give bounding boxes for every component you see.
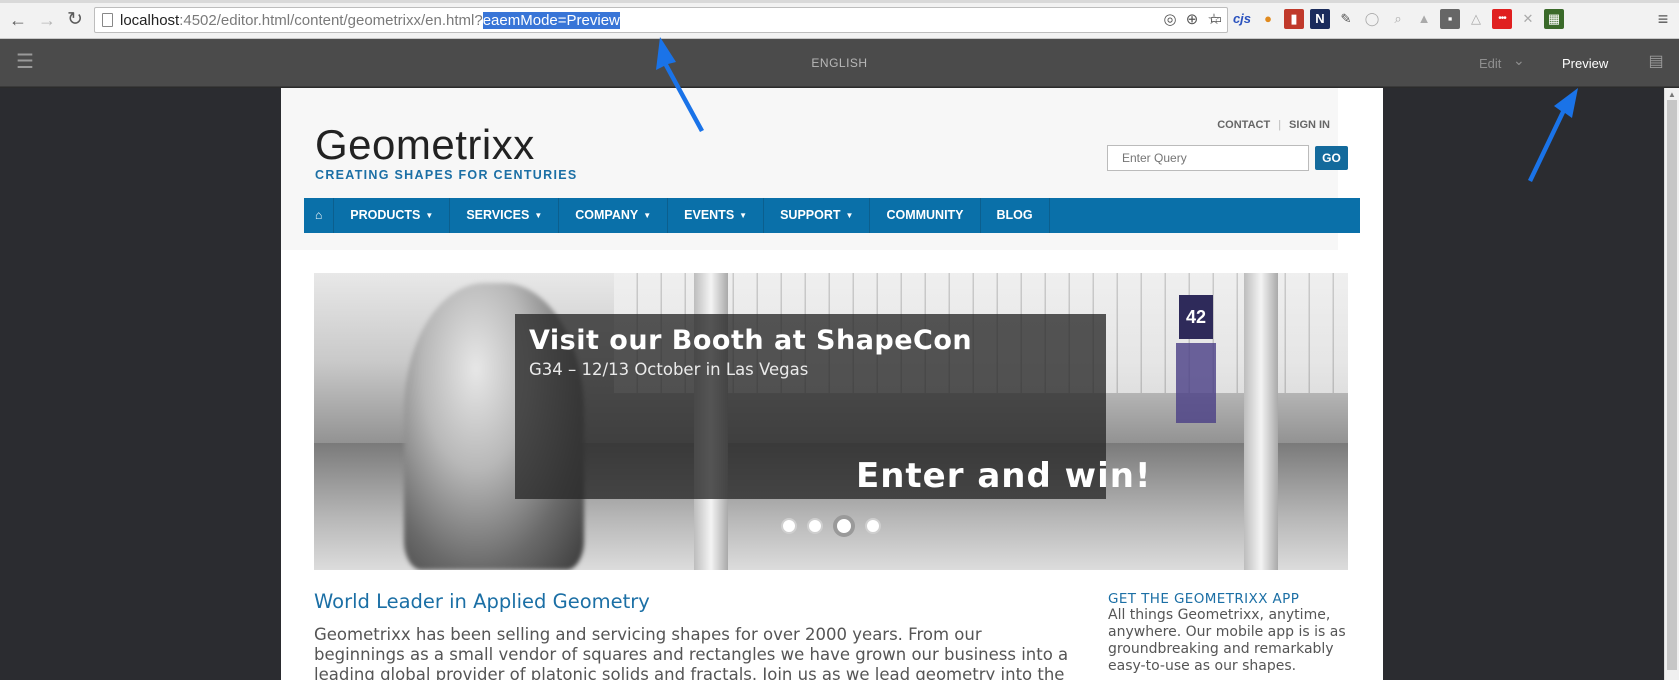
back-arrow-icon[interactable]: ← <box>8 10 28 30</box>
caret-down-icon: ▼ <box>534 211 543 220</box>
preview-mode-button[interactable]: Preview <box>1562 56 1608 71</box>
browser-menu-icon[interactable]: ≡ <box>1654 9 1672 29</box>
tool-icon[interactable]: ✕ <box>1518 9 1538 29</box>
chevron-down-icon[interactable]: ⌄ <box>1513 52 1525 69</box>
editor-canvas: Geometrixx CREATING SHAPES FOR CENTURIES… <box>0 88 1679 680</box>
page-language-label: ENGLISH <box>811 56 868 70</box>
nav-label: EVENTS <box>684 208 735 222</box>
site-search-input[interactable] <box>1108 146 1308 170</box>
nav-item-products[interactable]: PRODUCTS ▼ <box>334 198 451 233</box>
nav-item-community[interactable]: COMMUNITY <box>870 198 981 233</box>
zoom-icon[interactable]: ⊕ <box>1183 11 1201 29</box>
home-icon: ⌂ <box>315 208 323 222</box>
hero-carousel[interactable]: 42 Visit our Booth at ShapeCon G34 – 12/… <box>314 273 1348 570</box>
sign-in-link[interactable]: SIGN IN <box>1289 119 1330 131</box>
image-icon[interactable]: ▦ <box>1544 9 1564 29</box>
extensions-bar: ▭ cjs ● ▮ N ✎ ◯ ⌕ ▲ ▪ △ ••• ✕ ▦ <box>1206 9 1564 29</box>
caret-down-icon: ▼ <box>643 211 652 220</box>
nav-item-services[interactable]: SERVICES ▼ <box>450 198 560 233</box>
caret-down-icon: ▼ <box>425 211 434 220</box>
nav-label: COMMUNITY <box>886 208 964 222</box>
url-path: :4502/editor.html/content/geometrixx/en.… <box>179 12 483 29</box>
search-icon[interactable]: ⌕ <box>1388 9 1408 29</box>
nav-label: BLOG <box>996 208 1033 222</box>
nav-item-blog[interactable]: BLOG <box>981 198 1050 233</box>
cast-icon[interactable]: ▭ <box>1206 9 1226 29</box>
drive-icon[interactable]: △ <box>1466 9 1486 29</box>
nav-item-events[interactable]: EVENTS ▼ <box>668 198 765 233</box>
contact-link[interactable]: CONTACT <box>1217 119 1270 131</box>
hero-gate-sign: 42 <box>1179 295 1213 339</box>
feather-icon[interactable]: ✎ <box>1336 9 1356 29</box>
nav-label: PRODUCTS <box>350 208 421 222</box>
carousel-dots <box>781 515 881 537</box>
main-navigation: ⌂ PRODUCTS ▼ SERVICES ▼ COMPANY ▼ EVENTS ▼ S… <box>304 198 1360 233</box>
section-body: Geometrixx has been selling and servicin… <box>314 625 1069 680</box>
carousel-dot[interactable] <box>865 518 881 534</box>
url-selected-query: eaemMode=Preview <box>482 12 620 29</box>
section-title: World Leader in Applied Geometry <box>314 590 650 613</box>
nav-item-support[interactable]: SUPPORT ▼ <box>764 198 871 233</box>
aem-editor-toolbar: ☰ ENGLISH Edit ⌄ Preview ▤ <box>0 39 1679 87</box>
angular-icon[interactable]: ▲ <box>1414 9 1434 29</box>
logo-wordmark: Geometrixx <box>315 121 535 168</box>
carousel-dot[interactable] <box>833 515 855 537</box>
edit-mode-button[interactable]: Edit <box>1479 56 1501 71</box>
url-host: localhost <box>120 12 180 29</box>
utility-links: CONTACT | SIGN IN <box>1038 119 1338 131</box>
hero-pillar <box>1244 273 1278 570</box>
utility-separator: | <box>1278 119 1282 131</box>
carousel-dot[interactable] <box>781 518 797 534</box>
location-icon[interactable]: ◎ <box>1161 11 1179 29</box>
browser-chrome: ← → ↻ localhost:4502/editor.html/content… <box>0 0 1679 39</box>
page-scrollbar[interactable]: ▲ <box>1664 88 1679 680</box>
hero-headline: Visit our Booth at ShapeCon <box>529 325 973 356</box>
onenote-extension-icon[interactable]: N <box>1310 9 1330 29</box>
hero-cta[interactable]: Enter and win! <box>856 456 1151 496</box>
scrollbar-thumb[interactable] <box>1667 100 1677 670</box>
annotations-icon[interactable]: ▤ <box>1645 52 1667 72</box>
search-go-button[interactable]: GO <box>1315 146 1348 170</box>
nav-home[interactable]: ⌂ <box>304 198 335 233</box>
book-icon[interactable]: ▮ <box>1284 9 1304 29</box>
reload-icon[interactable]: ↻ <box>65 10 85 30</box>
app-promo-title[interactable]: GET THE GEOMETRIXX APP <box>1108 591 1299 607</box>
page-icon <box>102 13 113 27</box>
nav-label: COMPANY <box>575 208 639 222</box>
carousel-dot[interactable] <box>807 518 823 534</box>
app-promo-body: All things Geometrixx, anytime, anywhere… <box>1108 607 1346 674</box>
logo-tagline: CREATING SHAPES FOR CENTURIES <box>315 168 578 182</box>
forward-arrow-icon[interactable]: → <box>37 10 57 30</box>
hero-sign-panel <box>1176 343 1216 423</box>
circle-icon[interactable]: ◯ <box>1362 9 1382 29</box>
nav-label: SUPPORT <box>780 208 841 222</box>
hero-subheadline: G34 – 12/13 October in Las Vegas <box>529 360 809 379</box>
caret-down-icon: ▼ <box>739 211 748 220</box>
square-icon[interactable]: ▪ <box>1440 9 1460 29</box>
caret-down-icon: ▼ <box>845 211 854 220</box>
address-bar[interactable]: localhost:4502/editor.html/content/geome… <box>94 7 1228 33</box>
cjs-extension-icon[interactable]: cjs <box>1232 9 1252 29</box>
site-logo[interactable]: Geometrixx CREATING SHAPES FOR CENTURIES <box>315 121 578 183</box>
side-panel-toggle-icon[interactable]: ☰ <box>13 51 37 73</box>
nav-label: SERVICES <box>466 208 530 222</box>
geometrixx-page: Geometrixx CREATING SHAPES FOR CENTURIES… <box>281 88 1383 680</box>
tab-strip <box>0 0 1679 3</box>
cookie-icon[interactable]: ● <box>1258 9 1278 29</box>
dots-extension-icon[interactable]: ••• <box>1492 9 1512 29</box>
nav-item-company[interactable]: COMPANY ▼ <box>559 198 669 233</box>
address-url[interactable]: localhost:4502/editor.html/content/geome… <box>120 12 620 29</box>
site-search-field[interactable] <box>1107 145 1309 171</box>
scroll-up-icon[interactable]: ▲ <box>1668 90 1676 99</box>
site-header: Geometrixx CREATING SHAPES FOR CENTURIES… <box>281 88 1360 250</box>
